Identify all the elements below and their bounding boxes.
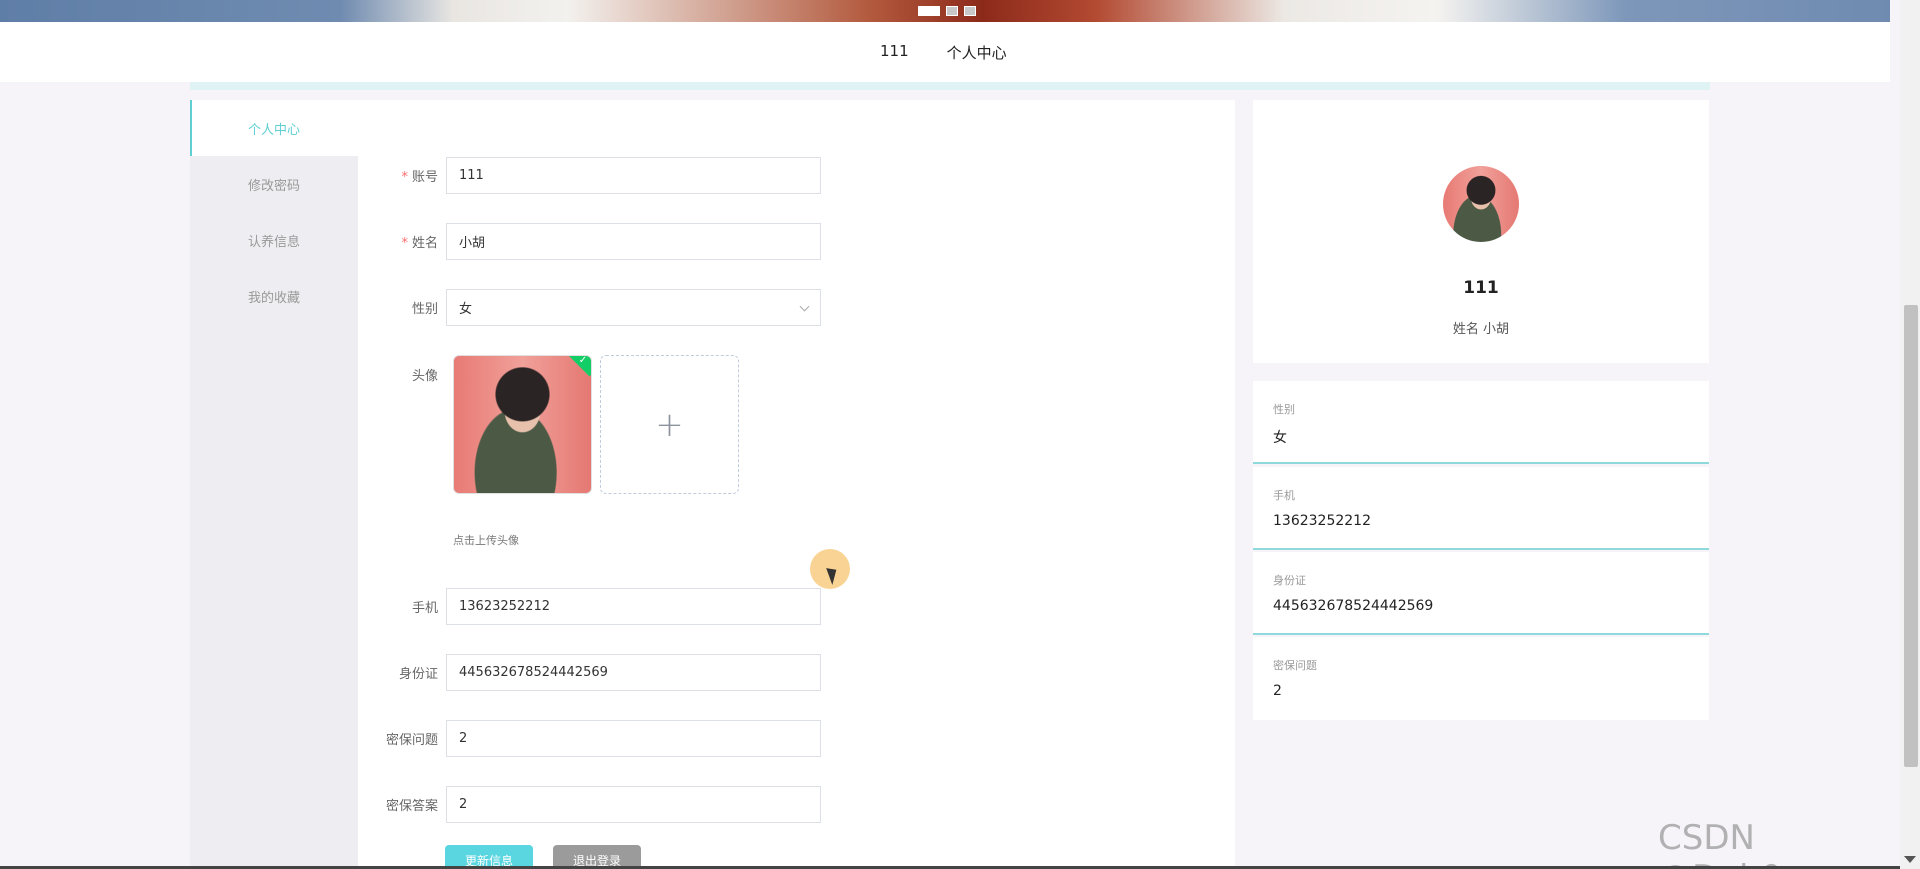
form-row-avatar: 头像 <box>358 365 446 384</box>
security-question-label: 密保问题 <box>385 733 438 748</box>
avatar <box>1443 166 1519 242</box>
gender-selected-value: 女 <box>459 302 473 317</box>
security-answer-label: 密保答案 <box>385 799 438 814</box>
form-row-id-card: 身份证 445632678524442569 <box>358 654 821 691</box>
avatar-upload-button[interactable]: + <box>600 355 739 494</box>
page-scrollbar[interactable] <box>1900 0 1920 869</box>
carousel-dot-2[interactable] <box>946 6 958 16</box>
info-label: 身份证 <box>1273 574 1306 587</box>
gender-select[interactable]: 女 <box>446 289 821 326</box>
carousel-dot-1[interactable] <box>918 6 940 16</box>
info-value: 2 <box>1273 683 1282 699</box>
info-item-id-card: 身份证 445632678524442569 <box>1253 552 1709 635</box>
sidebar-item-personal-center[interactable]: 个人中心 <box>190 100 358 156</box>
required-mark: * <box>401 170 408 185</box>
id-card-input[interactable]: 445632678524442569 <box>446 654 821 691</box>
security-answer-input[interactable]: 2 <box>446 786 821 823</box>
form-row-name: * 姓名 小胡 <box>358 223 821 260</box>
chevron-down-icon <box>799 301 810 312</box>
info-item-phone: 手机 13623252212 <box>1253 467 1709 550</box>
id-card-label: 身份证 <box>398 667 438 682</box>
profile-form: * 账号 111 * 姓名 小胡 性别 女 头像 ✓ + 点击上传头像 手机 136… <box>358 100 1235 869</box>
info-label: 性别 <box>1273 403 1295 416</box>
banner-carousel <box>0 0 1890 22</box>
info-label: 手机 <box>1273 489 1295 502</box>
name-input[interactable]: 小胡 <box>446 223 821 260</box>
carousel-indicators <box>918 6 976 16</box>
info-item-gender: 性别 女 <box>1253 381 1709 464</box>
nav-item-personal-center[interactable]: 个人中心 <box>947 42 1007 63</box>
profile-summary-card: 111 姓名 小胡 <box>1253 100 1709 363</box>
top-navbar: 111 个人中心 <box>0 22 1890 82</box>
form-row-security-question: 密保问题 2 <box>358 720 821 757</box>
sidebar-item-change-password[interactable]: 修改密码 <box>190 156 358 212</box>
form-row-gender: 性别 女 <box>358 289 821 326</box>
scrollbar-thumb[interactable] <box>1904 305 1918 767</box>
info-value: 445632678524442569 <box>1273 598 1434 614</box>
check-icon: ✓ <box>578 355 588 367</box>
security-question-input[interactable]: 2 <box>446 720 821 757</box>
sidebar-item-favorites[interactable]: 我的收藏 <box>190 268 358 324</box>
info-value: 女 <box>1273 430 1287 446</box>
account-input[interactable]: 111 <box>446 157 821 194</box>
plus-icon: + <box>655 404 684 445</box>
name-label: 姓名 <box>411 236 438 251</box>
avatar-preview-image[interactable]: ✓ <box>453 355 592 494</box>
phone-label: 手机 <box>411 601 438 616</box>
info-label: 密保问题 <box>1273 659 1317 672</box>
account-label: 账号 <box>411 170 438 185</box>
section-accent-line <box>190 82 1710 90</box>
required-mark: * <box>401 236 408 251</box>
avatar-label: 头像 <box>411 369 438 384</box>
sidebar: 个人中心 修改密码 认养信息 我的收藏 <box>190 100 358 869</box>
info-item-security-question: 密保问题 2 <box>1253 637 1709 720</box>
info-value: 13623252212 <box>1273 513 1371 529</box>
form-row-security-answer: 密保答案 2 <box>358 786 821 823</box>
phone-input[interactable]: 13623252212 <box>446 588 821 625</box>
nav-item-username[interactable]: 111 <box>880 42 909 63</box>
watermark: CSDN @Deh0rs <box>1658 818 1814 869</box>
profile-name-line: 姓名 小胡 <box>1452 322 1510 337</box>
sidebar-item-adoption-info[interactable]: 认养信息 <box>190 212 358 268</box>
form-row-phone: 手机 13623252212 <box>358 588 821 625</box>
upload-hint: 点击上传头像 <box>453 534 519 547</box>
carousel-dot-3[interactable] <box>964 6 976 16</box>
upload-success-badge: ✓ <box>565 355 591 377</box>
gender-label: 性别 <box>411 302 438 317</box>
form-row-account: * 账号 111 <box>358 157 821 194</box>
profile-username: 111 <box>1463 278 1499 298</box>
